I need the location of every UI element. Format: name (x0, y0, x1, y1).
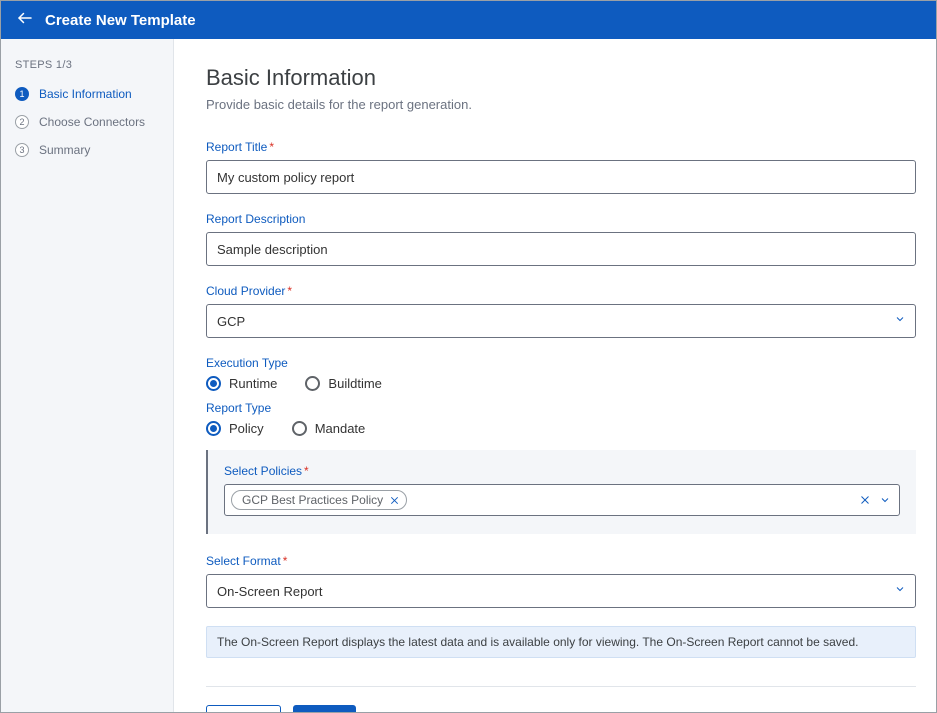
step-basic-information[interactable]: 1 Basic Information (15, 87, 159, 101)
app-frame: Create New Template STEPS 1/3 1 Basic In… (0, 0, 937, 713)
radio-icon (292, 421, 307, 436)
radio-icon (305, 376, 320, 391)
chip-label: GCP Best Practices Policy (242, 493, 383, 507)
step-number: 1 (15, 87, 29, 101)
radio-mandate[interactable]: Mandate (292, 421, 366, 436)
required-mark: * (283, 554, 288, 568)
execution-type-label: Execution Type (206, 356, 916, 370)
radio-buildtime[interactable]: Buildtime (305, 376, 381, 391)
main-panel: Basic Information Provide basic details … (174, 39, 936, 712)
page-subtitle: Provide basic details for the report gen… (206, 97, 916, 112)
field-report-description: Report Description (206, 212, 916, 266)
radio-label: Buildtime (328, 376, 381, 391)
step-label: Summary (39, 143, 90, 157)
cloud-provider-select[interactable] (206, 304, 916, 338)
next-button[interactable]: Next (293, 705, 356, 712)
page-header-title: Create New Template (45, 12, 196, 29)
clear-all-icon[interactable] (859, 494, 871, 506)
report-type-radios: Policy Mandate (206, 421, 916, 436)
label-text: Select Policies (224, 464, 302, 478)
field-select-format: Select Format* (206, 554, 916, 608)
field-report-title: Report Title* (206, 140, 916, 194)
label-text: Cloud Provider (206, 284, 285, 298)
select-policies-panel: Select Policies* GCP Best Practices Poli… (206, 450, 916, 534)
report-description-input[interactable] (206, 232, 916, 266)
step-number: 2 (15, 115, 29, 129)
radio-label: Mandate (315, 421, 366, 436)
radio-icon (206, 376, 221, 391)
body: STEPS 1/3 1 Basic Information 2 Choose C… (1, 39, 936, 712)
step-choose-connectors[interactable]: 2 Choose Connectors (15, 115, 159, 129)
info-banner: The On-Screen Report displays the latest… (206, 626, 916, 658)
chevron-down-icon[interactable] (879, 494, 891, 506)
required-mark: * (287, 284, 292, 298)
arrow-left-icon (16, 9, 34, 32)
required-mark: * (269, 140, 274, 154)
chip-remove-icon[interactable] (389, 495, 400, 506)
step-summary[interactable]: 3 Summary (15, 143, 159, 157)
wizard-sidebar: STEPS 1/3 1 Basic Information 2 Choose C… (1, 39, 174, 712)
report-title-input[interactable] (206, 160, 916, 194)
cancel-button[interactable]: Cancel (206, 705, 281, 712)
select-policies-label: Select Policies* (224, 464, 900, 478)
cloud-provider-label: Cloud Provider* (206, 284, 916, 298)
header-bar: Create New Template (1, 1, 936, 39)
report-title-label: Report Title* (206, 140, 916, 154)
steps-counter: STEPS 1/3 (15, 59, 159, 71)
report-type-label: Report Type (206, 401, 916, 415)
divider (206, 686, 916, 687)
radio-policy[interactable]: Policy (206, 421, 264, 436)
step-label: Choose Connectors (39, 115, 145, 129)
field-cloud-provider: Cloud Provider* (206, 284, 916, 338)
back-button[interactable] (13, 9, 37, 32)
required-mark: * (304, 464, 309, 478)
radio-label: Runtime (229, 376, 277, 391)
radio-label: Policy (229, 421, 264, 436)
page-title: Basic Information (206, 65, 916, 91)
step-number: 3 (15, 143, 29, 157)
select-format-label: Select Format* (206, 554, 916, 568)
footer-buttons: Cancel Next (206, 705, 916, 712)
cloud-provider-value[interactable] (206, 304, 916, 338)
field-report-type: Report Type Policy Mandate (206, 401, 916, 436)
select-format-value[interactable] (206, 574, 916, 608)
field-execution-type: Execution Type Runtime Buildtime (206, 356, 916, 391)
radio-icon (206, 421, 221, 436)
label-text: Report Title (206, 140, 267, 154)
radio-runtime[interactable]: Runtime (206, 376, 277, 391)
label-text: Select Format (206, 554, 281, 568)
step-label: Basic Information (39, 87, 132, 101)
execution-type-radios: Runtime Buildtime (206, 376, 916, 391)
policy-chip: GCP Best Practices Policy (231, 490, 407, 510)
select-format-dropdown[interactable] (206, 574, 916, 608)
report-description-label: Report Description (206, 212, 916, 226)
multiselect-actions (859, 494, 891, 506)
select-policies-input[interactable]: GCP Best Practices Policy (224, 484, 900, 516)
